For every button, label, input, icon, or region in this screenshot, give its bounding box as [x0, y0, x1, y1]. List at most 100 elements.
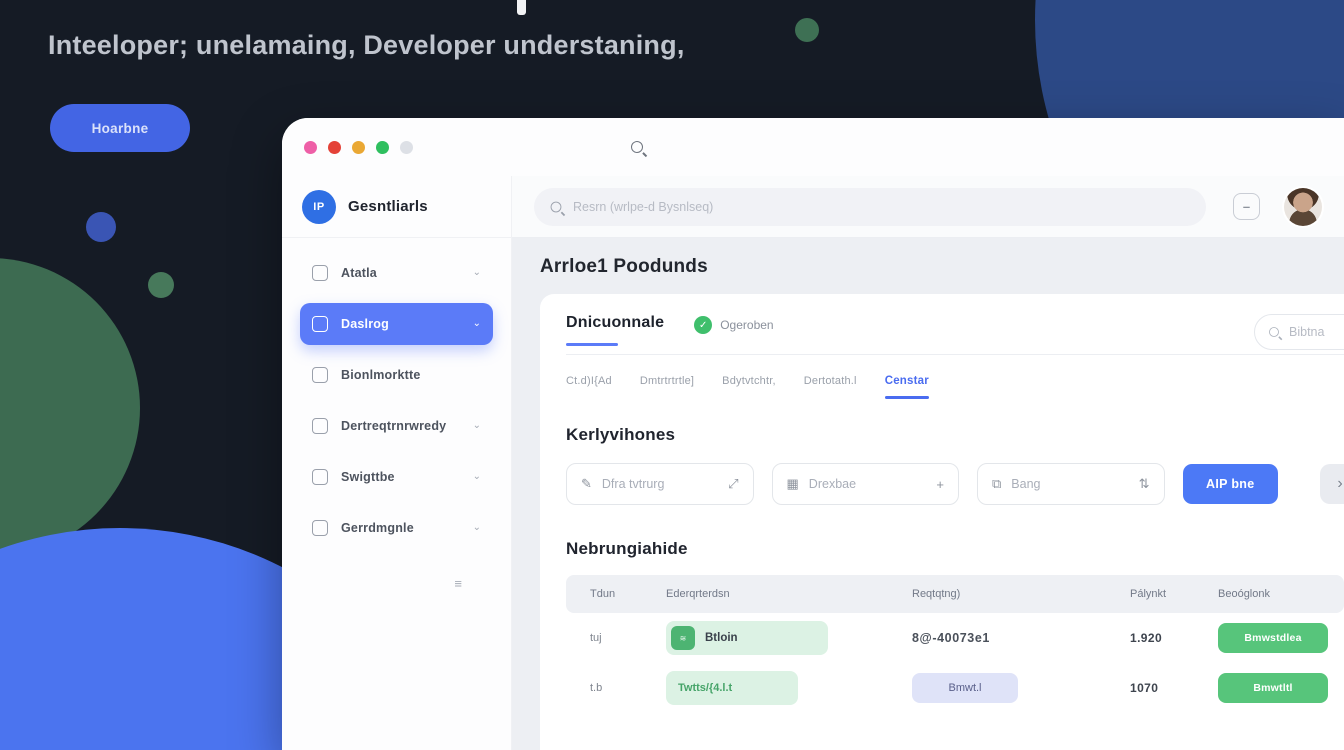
subtab-2[interactable]: Bdytvtchtr,	[722, 375, 776, 387]
avatar[interactable]	[1284, 187, 1322, 226]
brand-logo-icon: IP	[302, 189, 336, 224]
sidebar-item-gerrdmgnle[interactable]: Gerrdmgnle ⌄	[300, 507, 493, 549]
sidebar-item-dertreqtrnrwredy[interactable]: Dertreqtrnrwredy ⌄	[300, 405, 493, 447]
tag-badge: Bmwt.l	[912, 673, 1018, 703]
filter-input-range[interactable]: ⧉ Bang ⇅	[977, 463, 1165, 505]
plus-icon[interactable]: +	[936, 477, 944, 492]
page-title: Arrloe1 Poodunds	[540, 256, 708, 277]
sidebar-item-atatla[interactable]: Atatla ⌄	[300, 252, 493, 294]
sidebar-item-label: Atatla	[341, 266, 377, 280]
card-tab-active[interactable]: Dnicuonnale	[566, 314, 664, 346]
sort-icon[interactable]: ⇅	[1139, 476, 1150, 492]
row-id: tuj	[590, 632, 602, 644]
column-header: Ederqrterdsn	[666, 588, 730, 600]
row-action-button[interactable]: Bmwstdlea	[1218, 623, 1328, 653]
row-value: 1.920	[1130, 631, 1163, 645]
table-row[interactable]: tuj ≋ Btloin 8@-40073e1 1.920 Bmwstdlea	[566, 613, 1344, 663]
briefcase-icon	[312, 520, 328, 536]
row-value: 1070	[1130, 681, 1159, 695]
sidebar-item-label: Gerrdmgnle	[341, 521, 414, 535]
filter-input-type[interactable]: ✎ Dfra tvtrurg ⤢	[566, 463, 754, 505]
sidebar-item-bionlmorktte[interactable]: Bionlmorktte	[300, 354, 493, 396]
filter-input-value: Dfra tvtrurg	[601, 477, 665, 491]
traffic-light-green[interactable]	[376, 140, 389, 154]
filters-heading: Kerlyvihones	[566, 425, 676, 444]
subtabs: Ct.d)I{Ad Dmtrtrtrtle] Bdytvtchtr, Derto…	[566, 355, 1344, 399]
filter-input-value: Drexbae	[808, 477, 857, 491]
sidebar-item-label: Bionlmorktte	[341, 368, 421, 382]
sidebar-item-label: Swigttbe	[341, 470, 395, 484]
main-area: Resrn (wrlpe-d Bysnlseq) – Arrloe1 Poodu…	[512, 176, 1344, 750]
row-action-cell: Bmwtltl	[1218, 673, 1344, 703]
sidebar-nav: Atatla ⌄ Daslrog ⌄ Bionlmorktte Dertreqt…	[282, 238, 511, 591]
traffic-light-yellow[interactable]	[352, 140, 365, 154]
card-tab-label: Dnicuonnale	[566, 314, 665, 331]
traffic-light-pink[interactable]	[304, 140, 317, 154]
row-reference: 8@-40073e1	[912, 631, 990, 645]
dashboard-icon	[312, 316, 328, 332]
sidebar-item-daslrog-active[interactable]: Daslrog ⌄	[300, 303, 493, 345]
expand-icon[interactable]: ⤢	[728, 476, 738, 492]
main-card: Dnicuonnale ✓ Ogeroben Bibtna Ct.d)I{Ad …	[540, 294, 1344, 750]
filter-input-date[interactable]: ▦ Drexbae +	[771, 463, 959, 505]
search-icon	[550, 201, 562, 212]
row-action-button[interactable]: Bmwtltl	[1218, 673, 1328, 703]
background-circle-green	[0, 258, 140, 558]
chevron-down-icon: ⌄	[472, 318, 481, 329]
filter-input-value: Bang	[1011, 477, 1041, 491]
aip-primary-button[interactable]: AIP bne	[1182, 464, 1278, 504]
sidebar-item-swigttbe[interactable]: Swigttbe ⌄	[300, 456, 493, 498]
shield-icon	[312, 469, 328, 485]
search-placeholder: Resrn (wrlpe-d Bysnlseq)	[573, 199, 714, 214]
filter-row: ✎ Dfra tvtrurg ⤢ ▦ Drexbae + ⧉ Bang ⇅ AI…	[566, 463, 1344, 505]
minimize-button[interactable]: –	[1233, 193, 1260, 220]
card-search-placeholder: Bibtna	[1289, 325, 1325, 339]
subtab-active-label: Censtar	[884, 375, 929, 387]
badge-icon: ≋	[671, 626, 695, 650]
card-header: Dnicuonnale ✓ Ogeroben Bibtna	[566, 314, 1344, 350]
search-icon	[1269, 327, 1279, 337]
traffic-light-gray[interactable]	[400, 140, 413, 154]
subtab-active[interactable]: Censtar	[884, 375, 929, 399]
calendar-icon: ▦	[786, 476, 799, 491]
card-search-input[interactable]: Bibtna	[1254, 314, 1344, 350]
browser-chrome-bar	[282, 118, 1344, 176]
card-icon	[312, 265, 328, 281]
status-badge: Twtts/{4.l.t	[666, 671, 798, 705]
badge-label: Btloin	[705, 632, 738, 644]
app-body: IP Gesntliarls Atatla ⌄ Daslrog ⌄ Bionlm…	[282, 176, 1344, 750]
table-row[interactable]: t.b Twtts/{4.l.t Bmwt.l 1070 Bmwtltl	[566, 663, 1344, 713]
search-icon[interactable]	[631, 141, 643, 153]
background-dot-blue	[86, 212, 116, 242]
table-heading: Nebrungiahide	[566, 539, 688, 558]
chevron-down-icon: ⌄	[472, 471, 481, 482]
next-button[interactable]: ›	[1320, 464, 1344, 504]
row-tag-cell: Bmwt.l	[912, 673, 1130, 703]
sidebar-item-label: Dertreqtrnrwredy	[341, 419, 447, 433]
global-search-input[interactable]: Resrn (wrlpe-d Bysnlseq)	[534, 187, 1206, 226]
check-icon: ✓	[694, 316, 713, 334]
subtab-3[interactable]: Dertotath.l	[804, 375, 857, 387]
map-icon: ⧉	[992, 476, 1002, 491]
sidebar: IP Gesntliarls Atatla ⌄ Daslrog ⌄ Bionlm…	[282, 176, 512, 750]
subtab-1[interactable]: Dmtrtrtrtle]	[640, 375, 694, 387]
collapse-sidebar-icon[interactable]: ≡	[454, 576, 463, 591]
pencil-icon: ✎	[581, 476, 592, 491]
traffic-light-red[interactable]	[328, 140, 341, 154]
hero-cta-button[interactable]: Hoarbne	[50, 104, 190, 152]
badge-label: Twtts/{4.l.t	[678, 682, 733, 694]
sidebar-item-label: Daslrog	[341, 317, 389, 331]
chevron-down-icon: ⌄	[472, 267, 481, 278]
subtab-0[interactable]: Ct.d)I{Ad	[566, 375, 612, 387]
active-subtab-underline	[884, 396, 929, 399]
row-badge-cell: ≋ Btloin	[666, 621, 912, 655]
chevron-down-icon: ⌄	[472, 522, 481, 533]
brand-name: Gesntliarls	[348, 198, 428, 215]
column-header: Reqtqtng)	[912, 588, 961, 600]
list-icon	[312, 367, 328, 383]
content: Arrloe1 Poodunds Dnicuonnale ✓ Ogeroben	[512, 238, 1344, 750]
column-header: Tdun	[590, 588, 616, 600]
chevron-down-icon: ⌄	[472, 420, 481, 431]
hero-heading: Inteeloper; unelamaing, Developer unders…	[48, 30, 685, 60]
status-badge: ≋ Btloin	[666, 621, 828, 655]
